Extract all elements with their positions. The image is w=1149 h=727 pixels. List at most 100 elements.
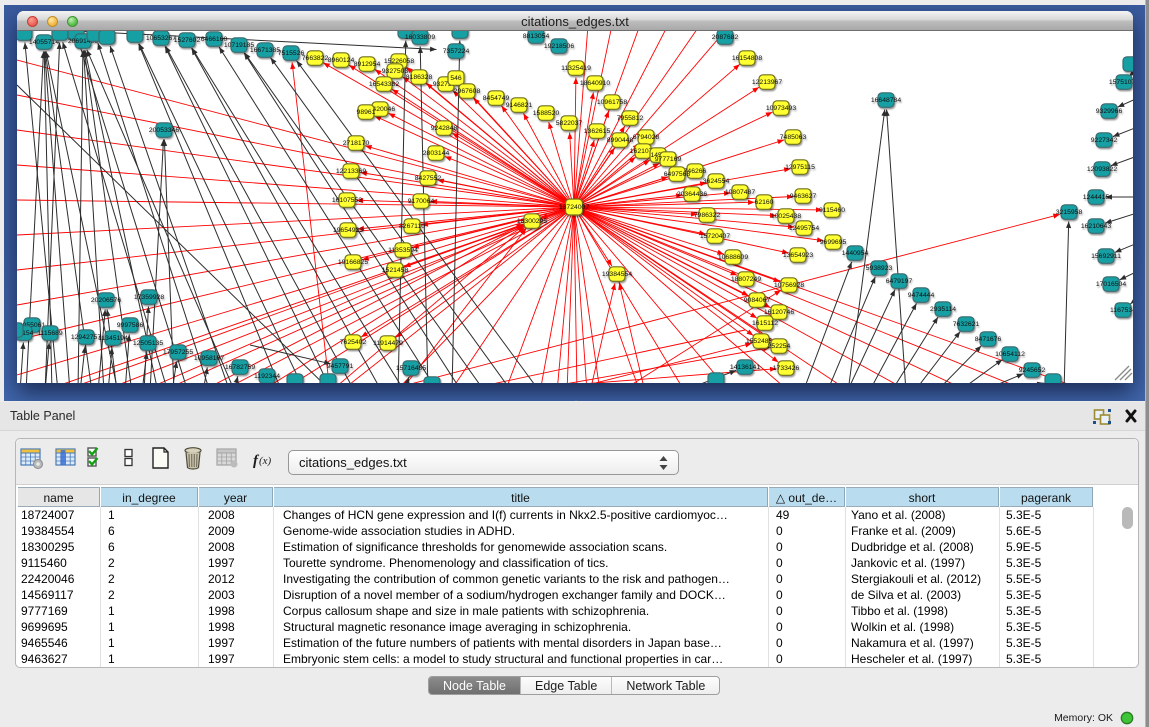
svg-text:16648784: 16648784 bbox=[871, 97, 901, 104]
svg-text:20053346: 20053346 bbox=[149, 127, 179, 134]
svg-text:2967608: 2967608 bbox=[454, 88, 481, 95]
svg-text:252254: 252254 bbox=[768, 343, 791, 350]
svg-text:10654112: 10654112 bbox=[995, 351, 1025, 358]
svg-text:11353594: 11353594 bbox=[388, 247, 418, 254]
svg-text:16671385: 16671385 bbox=[250, 47, 280, 54]
svg-text:17016504: 17016504 bbox=[1096, 281, 1126, 288]
svg-text:10688609: 10688609 bbox=[718, 254, 748, 261]
svg-text:16033809: 16033809 bbox=[405, 34, 435, 41]
svg-text:20364436: 20364436 bbox=[677, 191, 707, 198]
svg-text:9242848: 9242848 bbox=[431, 125, 458, 132]
svg-text:1362615: 1362615 bbox=[584, 128, 611, 135]
svg-text:10025438: 10025438 bbox=[771, 213, 801, 220]
svg-text:18807249: 18807249 bbox=[731, 276, 761, 283]
svg-text:11345194: 11345194 bbox=[98, 335, 128, 342]
svg-text:7625402: 7625402 bbox=[340, 339, 367, 346]
svg-text:8813054: 8813054 bbox=[523, 33, 550, 40]
svg-text:10958107: 10958107 bbox=[194, 355, 224, 362]
svg-text:8267110: 8267110 bbox=[399, 223, 425, 230]
svg-text:7955812: 7955812 bbox=[617, 115, 644, 122]
svg-text:7485063: 7485063 bbox=[780, 134, 807, 141]
svg-text:10961758: 10961758 bbox=[597, 99, 627, 106]
svg-text:12495754: 12495754 bbox=[789, 225, 819, 232]
svg-text:19384554: 19384554 bbox=[602, 271, 632, 278]
svg-text:1440954: 1440954 bbox=[842, 250, 869, 257]
svg-text:8454749: 8454749 bbox=[483, 95, 510, 102]
svg-text:19218506: 19218506 bbox=[544, 43, 574, 50]
svg-text:2087682: 2087682 bbox=[712, 34, 739, 41]
svg-text:8990448: 8990448 bbox=[607, 137, 634, 144]
svg-text:19166825: 19166825 bbox=[338, 259, 368, 266]
svg-text:9329966: 9329966 bbox=[1096, 108, 1123, 115]
svg-text:6479197: 6479197 bbox=[886, 278, 913, 285]
svg-text:1115689: 1115689 bbox=[37, 330, 63, 337]
svg-text:3624554: 3624554 bbox=[703, 178, 730, 185]
svg-text:16154808: 16154808 bbox=[732, 55, 762, 62]
svg-text:8960124: 8960124 bbox=[328, 57, 355, 64]
svg-text:12942757: 12942757 bbox=[71, 334, 101, 341]
svg-text:9463627: 9463627 bbox=[790, 193, 817, 200]
svg-text:15692911: 15692911 bbox=[1091, 253, 1121, 260]
svg-text:1167534: 1167534 bbox=[1110, 307, 1133, 314]
svg-text:7515526: 7515526 bbox=[278, 50, 305, 57]
svg-text:1527602: 1527602 bbox=[174, 37, 201, 44]
svg-text:9115460: 9115460 bbox=[819, 207, 845, 214]
svg-text:11914479: 11914479 bbox=[373, 340, 403, 347]
svg-text:10807487: 10807487 bbox=[725, 189, 755, 196]
svg-text:16782759: 16782759 bbox=[225, 364, 255, 371]
svg-text:1615112: 1615112 bbox=[752, 320, 778, 327]
svg-text:5822037: 5822037 bbox=[556, 120, 583, 127]
svg-text:7632621: 7632621 bbox=[953, 321, 980, 328]
svg-text:9327503: 9327503 bbox=[382, 68, 409, 75]
svg-text:6794028: 6794028 bbox=[633, 134, 660, 141]
svg-text:1521458: 1521458 bbox=[382, 267, 409, 274]
svg-text:15751074: 15751074 bbox=[1109, 79, 1133, 86]
svg-text:12213967: 12213967 bbox=[752, 79, 782, 86]
svg-text:12213369: 12213369 bbox=[336, 168, 366, 175]
svg-text:19654923: 19654923 bbox=[333, 227, 363, 234]
svg-text:8427552: 8427552 bbox=[415, 175, 442, 182]
svg-text:16210643: 16210643 bbox=[1081, 223, 1111, 230]
svg-text:15716485: 15716485 bbox=[396, 365, 426, 372]
svg-text:13654923: 13654923 bbox=[783, 252, 813, 259]
svg-text:2935114: 2935114 bbox=[930, 306, 956, 313]
svg-text:2718170: 2718170 bbox=[343, 140, 370, 147]
svg-text:1733426: 1733426 bbox=[773, 365, 800, 372]
svg-text:6497568: 6497568 bbox=[664, 171, 691, 178]
svg-text:7357224: 7357224 bbox=[443, 48, 470, 55]
svg-text:12975115: 12975115 bbox=[785, 164, 815, 171]
svg-text:12505135: 12505135 bbox=[133, 340, 163, 347]
svg-text:16120746: 16120746 bbox=[764, 309, 794, 316]
svg-text:8912954: 8912954 bbox=[354, 61, 381, 68]
svg-text:9146821: 9146821 bbox=[506, 102, 533, 109]
svg-text:62160: 62160 bbox=[755, 199, 774, 206]
svg-text:10973493: 10973493 bbox=[766, 105, 796, 112]
svg-text:9227342: 9227342 bbox=[1091, 137, 1118, 144]
svg-text:10653267: 10653267 bbox=[146, 35, 176, 42]
svg-text:14136141: 14136141 bbox=[730, 364, 760, 371]
svg-text:11325419: 11325419 bbox=[561, 65, 591, 72]
svg-text:8186328: 8186328 bbox=[406, 74, 433, 81]
svg-text:9777169: 9777169 bbox=[655, 156, 682, 163]
svg-text:17359928: 17359928 bbox=[134, 294, 164, 301]
svg-text:10756928: 10756928 bbox=[774, 282, 804, 289]
svg-text:16107553: 16107553 bbox=[332, 197, 362, 204]
svg-text:98961: 98961 bbox=[357, 109, 376, 116]
svg-text:1192344: 1192344 bbox=[254, 373, 280, 380]
svg-text:8471676: 8471676 bbox=[975, 336, 1002, 343]
svg-text:7663822: 7663822 bbox=[302, 55, 329, 62]
svg-text:7986322: 7986322 bbox=[694, 212, 721, 219]
svg-text:18640910: 18640910 bbox=[580, 80, 610, 87]
svg-text:18300295: 18300295 bbox=[517, 218, 547, 225]
svg-text:9474444: 9474444 bbox=[908, 292, 935, 299]
svg-text:9170064: 9170064 bbox=[408, 198, 435, 205]
svg-text:17957255: 17957255 bbox=[163, 349, 193, 356]
svg-text:2803144: 2803144 bbox=[423, 150, 450, 157]
svg-text:18724007: 18724007 bbox=[559, 204, 589, 211]
svg-text:9699695: 9699695 bbox=[820, 239, 847, 246]
svg-text:5938923: 5938923 bbox=[866, 265, 893, 272]
svg-text:3215958: 3215958 bbox=[1056, 209, 1083, 216]
svg-text:9997586: 9997586 bbox=[117, 322, 144, 329]
svg-text:9084067: 9084067 bbox=[744, 297, 771, 304]
svg-text:9245652: 9245652 bbox=[1019, 367, 1046, 374]
